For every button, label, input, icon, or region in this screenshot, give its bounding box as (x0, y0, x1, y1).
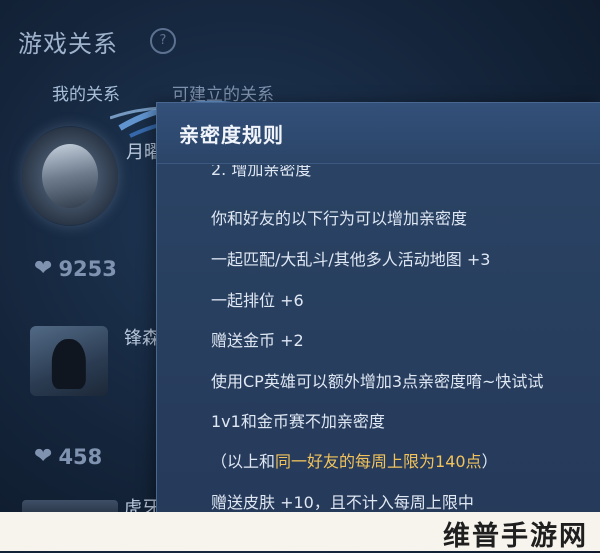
rule-line: 你和好友的以下行为可以增加亲密度 (211, 209, 468, 228)
heart-icon: ❤ (34, 256, 53, 281)
question-mark-icon[interactable]: ? (150, 28, 176, 54)
watermark-text: 维普手游网 (443, 521, 588, 552)
limit-highlight: 同一好友的每周上限为140点 (275, 452, 482, 471)
rule-section-heading: 2. 增加亲密度 (211, 165, 312, 179)
rule-line: 1v1和金币赛不加亲密度 (211, 412, 385, 431)
rule-line: 赠送金币 +2 (211, 331, 304, 350)
intimacy-rules-panel: 亲密度规则 2. 增加亲密度 你和好友的以下行为可以增加亲密度 一起匹配/大乱斗… (156, 102, 600, 533)
rule-line: 一起排位 +6 (211, 291, 304, 310)
heart-icon: ❤ (34, 444, 53, 469)
friend-avatar[interactable] (30, 326, 108, 396)
friend-name: 锋森 (124, 328, 160, 349)
watermark-bar: 维普手游网 (0, 512, 600, 552)
rule-line: 一起匹配/大乱斗/其他多人活动地图 +3 (211, 250, 491, 269)
page-title: 游戏关系 (18, 30, 118, 58)
intimacy-value: ❤ 458 (34, 444, 103, 469)
friend-avatar-frame[interactable] (22, 126, 118, 226)
panel-header: 亲密度规则 (157, 103, 600, 164)
rule-limit-note: （以上和同一好友的每周上限为140点） (211, 452, 498, 471)
rule-line: 使用CP英雄可以额外增加3点亲密度唷~快试试 (211, 372, 544, 391)
intimacy-value: ❤ 9253 (34, 256, 117, 281)
panel-title: 亲密度规则 (179, 123, 284, 147)
rule-line: 赠送皮肤 +10，且不计入每周上限中 (211, 493, 474, 512)
